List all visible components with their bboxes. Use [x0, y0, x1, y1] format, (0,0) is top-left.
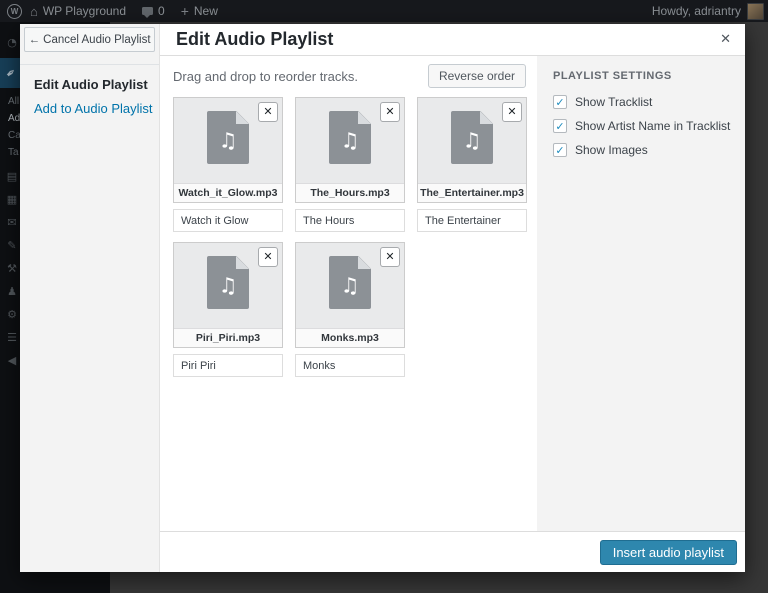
track-filename: Piri_Piri.mp3 [174, 328, 282, 347]
audio-file-icon: ♫ [451, 111, 493, 164]
menu-item-edit-audio-playlist[interactable]: Edit Audio Playlist [34, 77, 148, 92]
track-caption-input[interactable] [173, 354, 283, 377]
wordpress-logo-icon: W [7, 4, 22, 19]
track-filename: The_Entertainer.mp3 [418, 183, 526, 202]
track-tile[interactable]: ♫ ✕ The_Hours.mp3 [295, 97, 405, 203]
track-caption-input[interactable] [417, 209, 527, 232]
remove-track-icon[interactable]: ✕ [380, 102, 400, 122]
playlist-track: ♫ ✕ The_Hours.mp3 [295, 97, 405, 232]
track-tile[interactable]: ♫ ✕ Piri_Piri.mp3 [173, 242, 283, 348]
avatar [747, 3, 764, 20]
checkbox[interactable]: ✓ [553, 95, 567, 109]
tracks-grid: ♫ ✕ Watch_it_Glow.mp3 ♫ ✕ The_Hours.mp3 [173, 97, 527, 377]
audio-file-icon: ♫ [207, 111, 249, 164]
audio-file-icon: ♫ [207, 256, 249, 309]
comments-icon: ✉ [4, 216, 20, 229]
media-icon: ▤ [4, 170, 20, 183]
menu-separator [20, 64, 159, 65]
home-icon: ⌂ [30, 5, 38, 18]
track-filename: Monks.mp3 [296, 328, 404, 347]
checkbox[interactable]: ✓ [553, 119, 567, 133]
music-note-icon: ♫ [341, 275, 360, 296]
setting-row: ✓ Show Images [553, 142, 745, 158]
modal-toolbar: Insert audio playlist [160, 531, 745, 572]
plus-icon: + [181, 4, 189, 18]
site-name-label: WP Playground [43, 4, 126, 18]
setting-row: ✓ Show Artist Name in Tracklist [553, 118, 745, 134]
track-caption-input[interactable] [173, 209, 283, 232]
modal-title: Edit Audio Playlist [176, 24, 333, 55]
users-icon: ♟ [4, 285, 20, 298]
new-label: New [194, 4, 218, 18]
playlist-settings-heading: PLAYLIST SETTINGS [553, 70, 745, 82]
track-caption-input[interactable] [295, 209, 405, 232]
insert-audio-playlist-button[interactable]: Insert audio playlist [600, 540, 737, 565]
howdy-label: Howdy, adriantry [652, 4, 741, 18]
reverse-order-button[interactable]: Reverse order [428, 64, 526, 88]
dashboard-icon: ◔ [4, 36, 20, 49]
track-tile[interactable]: ♫ ✕ Watch_it_Glow.mp3 [173, 97, 283, 203]
cancel-audio-playlist-button[interactable]: ← Cancel Audio Playlist [24, 27, 155, 52]
remove-track-icon[interactable]: ✕ [380, 247, 400, 267]
close-icon[interactable]: ✕ [716, 24, 735, 55]
setting-label: Show Artist Name in Tracklist [575, 119, 730, 133]
settings-icon: ☰ [4, 331, 20, 344]
appearance-icon: ✎ [4, 239, 20, 252]
playlist-track: ♫ ✕ Watch_it_Glow.mp3 [173, 97, 283, 232]
audio-file-icon: ♫ [329, 256, 371, 309]
remove-track-icon[interactable]: ✕ [258, 102, 278, 122]
edit-audio-playlist-modal: ← Cancel Audio Playlist Edit Audio Playl… [20, 24, 745, 572]
comment-count: 0 [158, 4, 165, 18]
track-tile[interactable]: ♫ ✕ Monks.mp3 [295, 242, 405, 348]
site-name-link: ⌂ WP Playground [22, 0, 134, 22]
track-filename: Watch_it_Glow.mp3 [174, 183, 282, 202]
playlist-track: ♫ ✕ Monks.mp3 [295, 242, 405, 377]
playlist-track: ♫ ✕ The_Entertainer.mp3 [417, 97, 527, 232]
music-note-icon: ♫ [341, 130, 360, 151]
account-menu: Howdy, adriantry [652, 3, 768, 20]
track-tile[interactable]: ♫ ✕ The_Entertainer.mp3 [417, 97, 527, 203]
setting-label: Show Images [575, 143, 648, 157]
remove-track-icon[interactable]: ✕ [502, 102, 522, 122]
checkbox[interactable]: ✓ [553, 143, 567, 157]
plugins-icon: ⚒ [4, 262, 20, 275]
remove-track-icon[interactable]: ✕ [258, 247, 278, 267]
drag-drop-instructions: Drag and drop to reorder tracks. [173, 69, 358, 84]
playlist-settings-panel: PLAYLIST SETTINGS ✓ Show Tracklist ✓ Sho… [537, 56, 745, 531]
music-note-icon: ♫ [219, 130, 238, 151]
track-filename: The_Hours.mp3 [296, 183, 404, 202]
music-note-icon: ♫ [219, 275, 238, 296]
setting-row: ✓ Show Tracklist [553, 94, 745, 110]
comments-link: 0 [134, 0, 173, 22]
comment-bubble-icon [142, 7, 153, 15]
track-caption-input[interactable] [295, 354, 405, 377]
modal-titlebar: Edit Audio Playlist ✕ [160, 24, 745, 56]
setting-label: Show Tracklist [575, 95, 652, 109]
pages-icon: ▦ [4, 193, 20, 206]
tools-icon: ⚙ [4, 308, 20, 321]
menu-item-add-to-audio-playlist[interactable]: Add to Audio Playlist [34, 101, 153, 116]
admin-bar: W ⌂ WP Playground 0 + New Howdy, adriant… [0, 0, 768, 22]
playlist-track: ♫ ✕ Piri_Piri.mp3 [173, 242, 283, 377]
collapse-icon: ◀ [4, 354, 20, 367]
audio-file-icon: ♫ [329, 111, 371, 164]
playlist-content-area: Drag and drop to reorder tracks. Reverse… [160, 56, 537, 531]
music-note-icon: ♫ [463, 130, 482, 151]
new-link: + New [173, 0, 226, 22]
modal-menu-panel: ← Cancel Audio Playlist Edit Audio Playl… [20, 24, 160, 572]
posts-pin-icon: ✒ [3, 64, 20, 81]
